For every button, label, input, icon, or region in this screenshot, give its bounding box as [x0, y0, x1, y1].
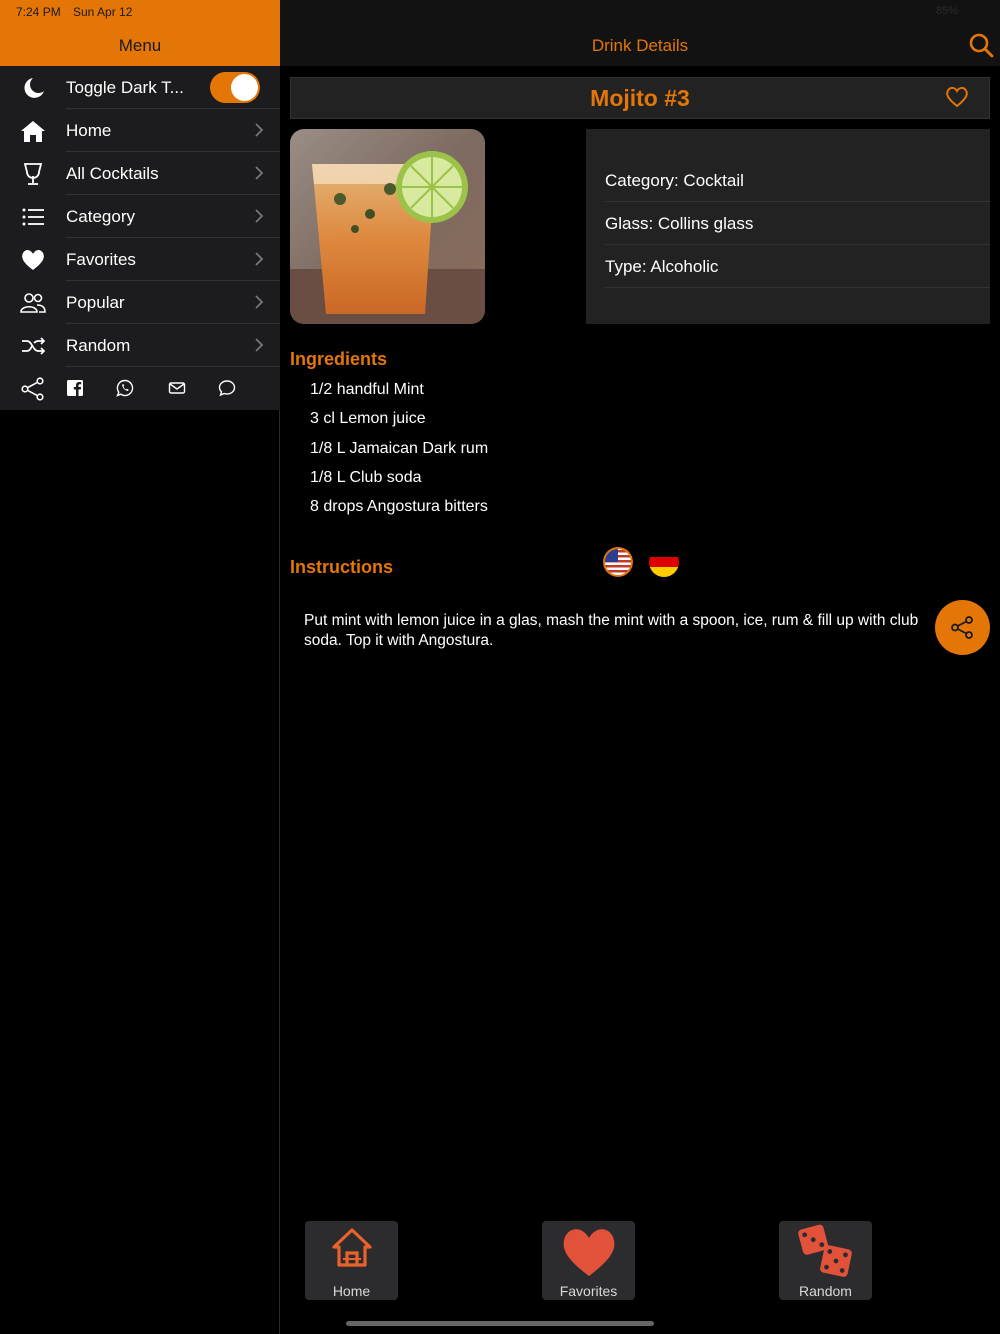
- chevron-right-icon: [255, 252, 264, 266]
- message-icon[interactable]: [218, 379, 236, 397]
- favorite-heart-icon[interactable]: [945, 86, 969, 108]
- glass-row: Glass: Collins glass: [605, 202, 990, 245]
- status-time: 7:24 PM: [16, 5, 61, 19]
- toggle-dark-theme-row[interactable]: Toggle Dark T...: [0, 66, 280, 109]
- nav-bar: 85% Drink Details: [280, 0, 1000, 66]
- drink-type: Type: Alcoholic: [605, 257, 719, 276]
- drink-title-bar: Mojito #3: [290, 77, 990, 119]
- sidebar-item-label: Popular: [66, 293, 125, 312]
- people-icon: [20, 293, 46, 313]
- sidebar-header: 7:24 PM Sun Apr 12 Menu: [0, 0, 280, 66]
- drink-name: Mojito #3: [590, 85, 690, 111]
- share-button[interactable]: [935, 600, 990, 655]
- drink-info-panel: Category: Cocktail Glass: Collins glass …: [586, 129, 990, 324]
- instructions-heading: Instructions: [290, 557, 394, 577]
- sidebar-item-label: Random: [66, 336, 131, 355]
- tab-random[interactable]: Random: [779, 1221, 872, 1300]
- ingredient-item: 1/2 handful Mint: [310, 381, 424, 398]
- drink-details-screen: 85% Drink Details Mojito #3 Category: Co…: [280, 0, 1000, 1334]
- battery-status: 85%: [935, 5, 958, 17]
- sidebar-item-popular[interactable]: Popular: [0, 281, 280, 324]
- dice-icon: [797, 1224, 852, 1277]
- dark-theme-toggle[interactable]: [210, 72, 260, 103]
- menu-title: Menu: [118, 36, 162, 55]
- heart-icon: [563, 1229, 614, 1276]
- status-date: Sun Apr 12: [73, 5, 133, 19]
- whatsapp-icon[interactable]: [116, 379, 134, 397]
- drink-photo: [290, 129, 485, 324]
- menu-list: Toggle Dark T... Home All Cocktails Cate…: [0, 66, 280, 410]
- heart-icon: [22, 250, 44, 270]
- home-indicator: [346, 1321, 654, 1326]
- sidebar-item-random[interactable]: Random: [0, 324, 280, 367]
- tab-label: Random: [799, 1283, 852, 1299]
- sidebar-item-category[interactable]: Category: [0, 195, 280, 238]
- share-icon[interactable]: [20, 377, 46, 401]
- list-icon: [22, 208, 44, 226]
- shuffle-icon: [22, 337, 46, 355]
- sidebar-item-label: All Cocktails: [66, 164, 159, 183]
- chevron-right-icon: [255, 338, 264, 352]
- ingredient-item: 3 cl Lemon juice: [310, 410, 426, 427]
- tab-label: Favorites: [559, 1283, 618, 1299]
- drink-category: Category: Cocktail: [605, 171, 744, 190]
- ingredient-item: 1/8 L Club soda: [310, 469, 422, 486]
- chevron-right-icon: [255, 295, 264, 309]
- tab-favorites[interactable]: Favorites: [542, 1221, 635, 1300]
- tab-home[interactable]: Home: [305, 1221, 398, 1300]
- chevron-right-icon: [255, 209, 264, 223]
- us-flag-icon[interactable]: [603, 547, 633, 577]
- sidebar: 7:24 PM Sun Apr 12 Menu Toggle Dark T...…: [0, 0, 280, 1334]
- share-row: [0, 367, 280, 410]
- cocktail-glass-icon: [23, 163, 43, 185]
- home-icon: [331, 1228, 372, 1267]
- mail-icon[interactable]: [168, 379, 186, 397]
- sidebar-item-label: Home: [66, 121, 112, 140]
- page-title: Drink Details: [591, 36, 689, 55]
- ingredients-heading: Ingredients: [290, 349, 388, 369]
- sidebar-item-favorites[interactable]: Favorites: [0, 238, 280, 281]
- sidebar-item-home[interactable]: Home: [0, 109, 280, 152]
- tab-label: Home: [332, 1283, 371, 1299]
- sidebar-item-all-cocktails[interactable]: All Cocktails: [0, 152, 280, 195]
- home-icon: [21, 121, 45, 142]
- instructions-text: Put mint with lemon juice in a glas, mas…: [304, 612, 919, 649]
- toggle-dark-theme-label: Toggle Dark T...: [66, 78, 184, 97]
- moon-icon: [24, 78, 44, 98]
- chevron-right-icon: [255, 166, 264, 180]
- category-row: Category: Cocktail: [605, 159, 990, 202]
- toggle-knob: [231, 74, 258, 101]
- ingredient-item: 1/8 L Jamaican Dark rum: [310, 440, 489, 457]
- sidebar-item-label: Favorites: [66, 250, 136, 269]
- type-row: Type: Alcoholic: [605, 245, 990, 288]
- ingredient-item: 8 drops Angostura bitters: [310, 498, 488, 515]
- german-flag-icon[interactable]: [649, 547, 679, 577]
- search-icon[interactable]: [968, 32, 994, 58]
- drink-glass: Glass: Collins glass: [605, 214, 754, 233]
- share-icon: [951, 616, 973, 639]
- facebook-icon[interactable]: [66, 379, 84, 397]
- sidebar-item-label: Category: [66, 207, 135, 226]
- chevron-right-icon: [255, 123, 264, 137]
